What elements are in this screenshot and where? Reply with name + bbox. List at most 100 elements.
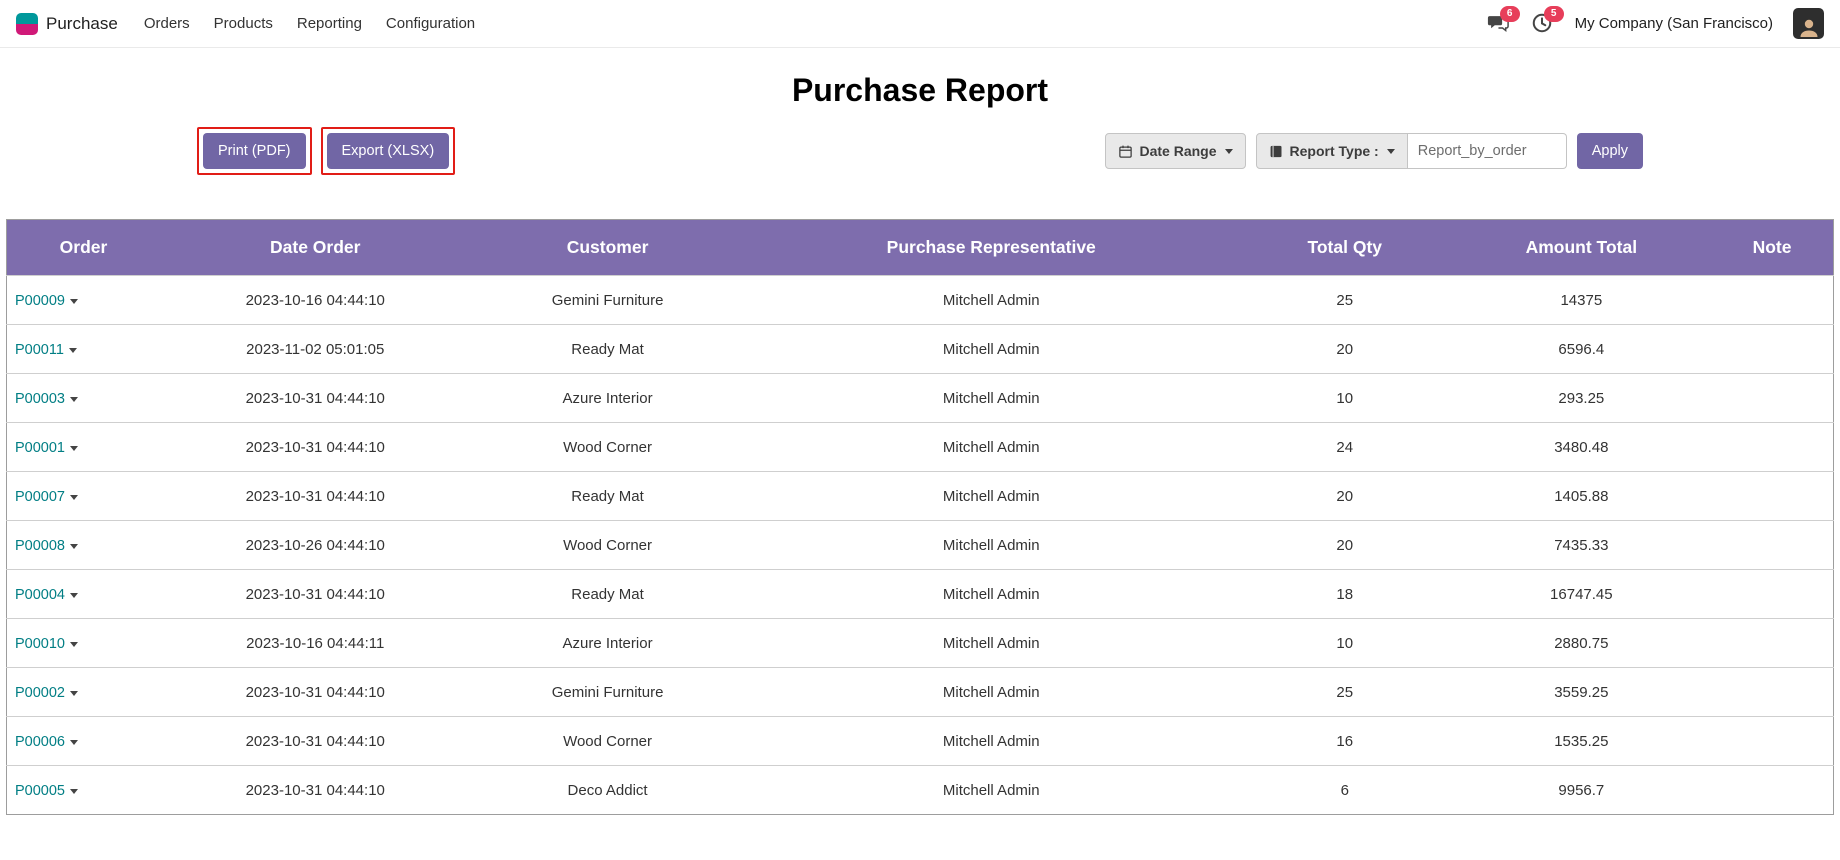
cell-date-order: 2023-10-26 04:44:10 xyxy=(160,521,471,570)
cell-customer: Wood Corner xyxy=(471,521,745,570)
order-link[interactable]: P00004 xyxy=(15,587,78,603)
cell-customer: Ready Mat xyxy=(471,570,745,619)
order-link[interactable]: P00003 xyxy=(15,391,78,407)
order-link[interactable]: P00002 xyxy=(15,685,78,701)
page-title: Purchase Report xyxy=(0,72,1840,109)
cell-order: P00011 xyxy=(7,325,160,374)
cell-order: P00001 xyxy=(7,423,160,472)
messages-button[interactable]: 6 xyxy=(1487,12,1511,36)
chevron-down-icon xyxy=(69,348,77,353)
cell-note xyxy=(1711,276,1833,325)
order-number: P00003 xyxy=(15,391,65,407)
order-number: P00011 xyxy=(15,342,64,358)
order-number: P00001 xyxy=(15,440,65,456)
table-row: P00008 2023-10-26 04:44:10 Wood Corner M… xyxy=(7,521,1834,570)
order-link[interactable]: P00006 xyxy=(15,734,78,750)
report-type-dropdown[interactable]: Report Type : xyxy=(1256,133,1408,169)
header-note: Note xyxy=(1711,220,1833,276)
cell-purchase-representative: Mitchell Admin xyxy=(745,668,1238,717)
chevron-down-icon xyxy=(70,495,78,500)
table-row: P00004 2023-10-31 04:44:10 Ready Mat Mit… xyxy=(7,570,1834,619)
order-number: P00005 xyxy=(15,783,65,799)
report-type-label: Report Type : xyxy=(1290,143,1379,159)
cell-note xyxy=(1711,325,1833,374)
header-amount-total: Amount Total xyxy=(1452,220,1711,276)
activities-badge: 5 xyxy=(1544,6,1564,22)
chevron-down-icon xyxy=(70,691,78,696)
chevron-down-icon xyxy=(70,740,78,745)
user-avatar[interactable] xyxy=(1793,8,1824,39)
order-link[interactable]: P00010 xyxy=(15,636,78,652)
calendar-icon xyxy=(1118,144,1133,159)
cell-date-order: 2023-10-31 04:44:10 xyxy=(160,668,471,717)
cell-customer: Azure Interior xyxy=(471,374,745,423)
cell-amount-total: 16747.45 xyxy=(1452,570,1711,619)
company-switcher[interactable]: My Company (San Francisco) xyxy=(1575,15,1773,32)
cell-order: P00008 xyxy=(7,521,160,570)
top-navbar: Purchase Orders Products Reporting Confi… xyxy=(0,0,1840,48)
order-number: P00008 xyxy=(15,538,65,554)
order-link[interactable]: P00009 xyxy=(15,293,78,309)
cell-order: P00006 xyxy=(7,717,160,766)
print-pdf-button[interactable]: Print (PDF) xyxy=(203,133,306,169)
cell-purchase-representative: Mitchell Admin xyxy=(745,423,1238,472)
cell-total-qty: 18 xyxy=(1238,570,1452,619)
cell-note xyxy=(1711,668,1833,717)
table-row: P00002 2023-10-31 04:44:10 Gemini Furnit… xyxy=(7,668,1834,717)
cell-purchase-representative: Mitchell Admin xyxy=(745,325,1238,374)
report-type-input[interactable] xyxy=(1408,133,1567,169)
chevron-down-icon xyxy=(70,397,78,402)
chevron-down-icon xyxy=(70,544,78,549)
menu-item-configuration[interactable]: Configuration xyxy=(386,15,475,32)
cell-purchase-representative: Mitchell Admin xyxy=(745,374,1238,423)
cell-amount-total: 1405.88 xyxy=(1452,472,1711,521)
order-number: P00007 xyxy=(15,489,65,505)
purchase-report-table: Order Date Order Customer Purchase Repre… xyxy=(6,219,1834,815)
date-range-dropdown[interactable]: Date Range xyxy=(1105,133,1245,169)
cell-date-order: 2023-10-31 04:44:10 xyxy=(160,472,471,521)
order-link[interactable]: P00001 xyxy=(15,440,78,456)
cell-note xyxy=(1711,717,1833,766)
cell-amount-total: 3559.25 xyxy=(1452,668,1711,717)
cell-customer: Ready Mat xyxy=(471,325,745,374)
menu-item-products[interactable]: Products xyxy=(214,15,273,32)
cell-customer: Wood Corner xyxy=(471,423,745,472)
cell-note xyxy=(1711,521,1833,570)
cell-order: P00009 xyxy=(7,276,160,325)
export-xlsx-button[interactable]: Export (XLSX) xyxy=(327,133,450,169)
menu-item-orders[interactable]: Orders xyxy=(144,15,190,32)
cell-customer: Ready Mat xyxy=(471,472,745,521)
cell-note xyxy=(1711,619,1833,668)
cell-customer: Azure Interior xyxy=(471,619,745,668)
order-number: P00002 xyxy=(15,685,65,701)
cell-note xyxy=(1711,472,1833,521)
cell-order: P00010 xyxy=(7,619,160,668)
cell-amount-total: 7435.33 xyxy=(1452,521,1711,570)
cell-purchase-representative: Mitchell Admin xyxy=(745,276,1238,325)
order-link[interactable]: P00008 xyxy=(15,538,78,554)
table-body: P00009 2023-10-16 04:44:10 Gemini Furnit… xyxy=(7,276,1834,815)
cell-total-qty: 25 xyxy=(1238,276,1452,325)
main-menu: Orders Products Reporting Configuration xyxy=(144,15,475,32)
cell-order: P00003 xyxy=(7,374,160,423)
purchase-app-icon xyxy=(16,13,38,35)
cell-customer: Gemini Furniture xyxy=(471,276,745,325)
menu-item-reporting[interactable]: Reporting xyxy=(297,15,362,32)
apply-button[interactable]: Apply xyxy=(1577,133,1643,169)
order-link[interactable]: P00007 xyxy=(15,489,78,505)
report-toolbar: Print (PDF) Export (XLSX) Date Range Rep… xyxy=(0,127,1840,175)
activities-button[interactable]: 5 xyxy=(1531,12,1555,36)
order-number: P00004 xyxy=(15,587,65,603)
app-brand[interactable]: Purchase xyxy=(16,13,118,35)
cell-date-order: 2023-10-31 04:44:10 xyxy=(160,423,471,472)
cell-total-qty: 10 xyxy=(1238,619,1452,668)
cell-date-order: 2023-10-31 04:44:10 xyxy=(160,717,471,766)
cell-purchase-representative: Mitchell Admin xyxy=(745,472,1238,521)
cell-total-qty: 10 xyxy=(1238,374,1452,423)
cell-amount-total: 14375 xyxy=(1452,276,1711,325)
order-link[interactable]: P00011 xyxy=(15,342,77,358)
cell-purchase-representative: Mitchell Admin xyxy=(745,570,1238,619)
table-row: P00011 2023-11-02 05:01:05 Ready Mat Mit… xyxy=(7,325,1834,374)
order-link[interactable]: P00005 xyxy=(15,783,78,799)
cell-note xyxy=(1711,570,1833,619)
